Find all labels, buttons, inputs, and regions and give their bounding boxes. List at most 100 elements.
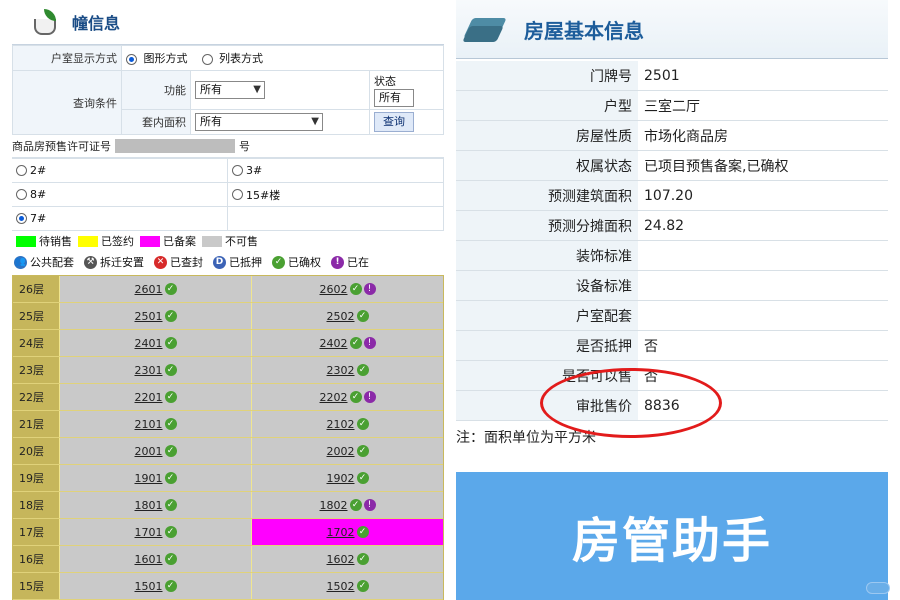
check-icon: ✓ xyxy=(164,391,177,403)
unit-cell[interactable]: 1602 ✓ xyxy=(251,546,443,572)
permit-mask xyxy=(115,139,235,153)
d-icon: D xyxy=(213,255,226,269)
unit-number[interactable]: 2302 xyxy=(327,364,355,377)
unit-cell[interactable]: 2202 ✓! xyxy=(251,384,443,410)
unit-number[interactable]: 1801 xyxy=(135,499,163,512)
building-radio[interactable] xyxy=(16,165,27,176)
unit-cell[interactable]: 2602 ✓! xyxy=(251,276,443,302)
building-option[interactable]: 2# xyxy=(12,159,228,183)
unit-number[interactable]: 2002 xyxy=(327,445,355,458)
unit-number[interactable]: 1901 xyxy=(135,472,163,485)
unit-number[interactable]: 2201 xyxy=(135,391,163,404)
building-option[interactable]: 15#楼 xyxy=(228,183,444,207)
info-value: 已项目预售备案,已确权 xyxy=(644,158,789,175)
building-radio[interactable] xyxy=(16,189,27,200)
unit-number[interactable]: 2101 xyxy=(135,418,163,431)
status-select-value: 所有 xyxy=(379,91,401,104)
check-icon: ✓ xyxy=(356,445,369,457)
unit-cell[interactable]: 2302 ✓ xyxy=(251,357,443,383)
unit-number[interactable]: 1601 xyxy=(135,553,163,566)
check-icon: ✓ xyxy=(356,526,369,538)
floor-row: 17层 1701 ✓ 1702 ✓ xyxy=(13,519,443,546)
promo-banner: 房管助手 xyxy=(456,472,888,600)
function-cell: 所有 ▼ xyxy=(190,70,370,110)
query-label: 查询条件 xyxy=(12,70,122,135)
unit-number[interactable]: 2202 xyxy=(320,391,348,404)
status-sealed: ✕ 已查封 xyxy=(154,254,203,270)
unit-cell[interactable]: 1501 ✓ xyxy=(59,573,251,599)
unit-cell[interactable]: 1802 ✓! xyxy=(251,492,443,518)
check-icon: ✓ xyxy=(164,445,177,457)
building-label: 3# xyxy=(246,164,263,177)
status-select[interactable]: 所有 xyxy=(374,89,414,107)
building-radio[interactable] xyxy=(232,165,243,176)
unit-cell[interactable]: 2001 ✓ xyxy=(59,438,251,464)
info-row: 是否抵押否 xyxy=(456,331,888,361)
unit-cell[interactable]: 1901 ✓ xyxy=(59,465,251,491)
unit-number[interactable]: 2402 xyxy=(320,337,348,350)
unit-cell[interactable]: 2201 ✓ xyxy=(59,384,251,410)
building-option[interactable]: 3# xyxy=(228,159,444,183)
query-form: 户室显示方式 图形方式 列表方式 查询条件 功能 所有 ▼ 状态 所有 套内面积 xyxy=(12,45,444,135)
building-option[interactable]: 8# xyxy=(12,183,228,207)
unit-number[interactable]: 1702 xyxy=(327,526,355,539)
info-label: 预测建筑面积 xyxy=(456,181,638,210)
exclaim-icon: ! xyxy=(363,337,376,349)
area-select[interactable]: 所有 ▼ xyxy=(195,113,323,131)
unit-number[interactable]: 2602 xyxy=(320,283,348,296)
info-label: 户型 xyxy=(456,91,638,120)
unit-cell[interactable]: 2301 ✓ xyxy=(59,357,251,383)
unit-number[interactable]: 1802 xyxy=(320,499,348,512)
floor-row: 20层 2001 ✓ 2002 ✓ xyxy=(13,438,443,465)
permit-prefix: 商品房预售许可证号 xyxy=(12,140,111,153)
unit-cell[interactable]: 2502 ✓ xyxy=(251,303,443,329)
unit-cell[interactable]: 2402 ✓! xyxy=(251,330,443,356)
floor-row: 19层 1901 ✓ 1902 ✓ xyxy=(13,465,443,492)
building-option[interactable]: 7# xyxy=(12,207,228,231)
floor-label: 25层 xyxy=(13,303,59,329)
floor-label: 26层 xyxy=(13,276,59,302)
floor-label: 16层 xyxy=(13,546,59,572)
unit-number[interactable]: 1501 xyxy=(135,580,163,593)
unit-number[interactable]: 1902 xyxy=(327,472,355,485)
unit-cell[interactable]: 1601 ✓ xyxy=(59,546,251,572)
unit-number[interactable]: 2401 xyxy=(135,337,163,350)
unit-cell[interactable]: 2401 ✓ xyxy=(59,330,251,356)
query-button[interactable]: 查询 xyxy=(374,112,414,132)
building-radio[interactable] xyxy=(16,213,27,224)
unit-cell[interactable]: 1902 ✓ xyxy=(251,465,443,491)
unit-cell[interactable]: 2501 ✓ xyxy=(59,303,251,329)
unit-number[interactable]: 2601 xyxy=(135,283,163,296)
check-icon: ✓ xyxy=(349,337,362,349)
building-radio[interactable] xyxy=(232,189,243,200)
unit-number[interactable]: 2102 xyxy=(327,418,355,431)
exclaim-icon: ! xyxy=(363,283,376,295)
unit-number[interactable]: 1502 xyxy=(327,580,355,593)
unit-number[interactable]: 1701 xyxy=(135,526,163,539)
floor-row: 15层 1501 ✓ 1502 ✓ xyxy=(13,573,443,600)
unit-cell[interactable]: 1502 ✓ xyxy=(251,573,443,599)
unit-number[interactable]: 2501 xyxy=(135,310,163,323)
floor-label: 21层 xyxy=(13,411,59,437)
unit-cell[interactable]: 2601 ✓ xyxy=(59,276,251,302)
unit-number[interactable]: 2301 xyxy=(135,364,163,377)
list-mode-radio[interactable] xyxy=(201,53,213,65)
unit-number[interactable]: 2502 xyxy=(327,310,355,323)
floor-label: 15层 xyxy=(13,573,59,599)
legend-swatch xyxy=(78,235,98,247)
function-select-value: 所有 xyxy=(200,83,222,96)
unit-cell[interactable]: 2102 ✓ xyxy=(251,411,443,437)
scroll-indicator[interactable] xyxy=(866,582,890,594)
unit-number[interactable]: 2001 xyxy=(135,445,163,458)
unit-cell[interactable]: 2002 ✓ xyxy=(251,438,443,464)
unit-cell[interactable]: 1702 ✓ xyxy=(251,519,443,545)
legend-label: 已签约 xyxy=(101,235,134,248)
unit-cell[interactable]: 1701 ✓ xyxy=(59,519,251,545)
close-icon: ✕ xyxy=(154,255,167,269)
graph-mode-radio[interactable] xyxy=(126,53,137,65)
unit-cell[interactable]: 1801 ✓ xyxy=(59,492,251,518)
floor-row: 16层 1601 ✓ 1602 ✓ xyxy=(13,546,443,573)
unit-cell[interactable]: 2101 ✓ xyxy=(59,411,251,437)
unit-number[interactable]: 1602 xyxy=(327,553,355,566)
function-select[interactable]: 所有 ▼ xyxy=(195,81,265,99)
